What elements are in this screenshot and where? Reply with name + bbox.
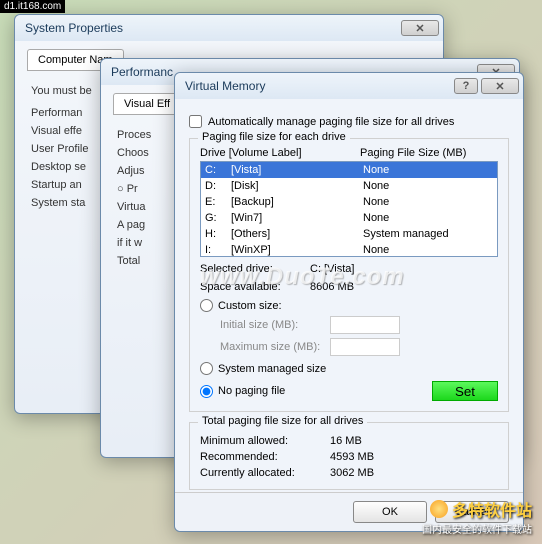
initial-size-input[interactable] [330,316,400,334]
totals-group: Total paging file size for all drives Mi… [189,422,509,490]
recommended-label: Recommended: [200,451,330,463]
recommended-value: 4593 MB [330,451,374,463]
system-managed-radio[interactable] [200,362,213,375]
space-available-value: 8606 MB [310,281,354,293]
set-button[interactable]: Set [432,381,498,401]
drive-list[interactable]: C:[Vista]NoneD:[Disk]NoneE:[Backup]NoneG… [200,161,498,257]
close-icon[interactable]: ✕ [481,78,519,94]
initial-size-label: Initial size (MB): [220,319,330,331]
url-badge: d1.it168.com [0,0,65,13]
watermark-duote-brand: 多特软件站 国内最安全的软件下载站 [422,497,532,536]
ok-button[interactable]: OK [353,501,427,523]
col-drive-label: Drive [Volume Label] [200,147,360,159]
tab-visual-effects[interactable]: Visual Eff [113,93,181,114]
auto-manage-label: Automatically manage paging file size fo… [208,116,454,128]
drive-row[interactable]: C:[Vista]None [201,162,497,178]
selected-drive-label: Selected drive: [200,263,310,275]
vm-titlebar[interactable]: Virtual Memory ? ✕ [175,73,523,99]
drive-row[interactable]: H:[Others]System managed [201,226,497,242]
min-allowed-value: 16 MB [330,435,362,447]
sysprops-titlebar[interactable]: System Properties ✕ [15,15,443,41]
space-available-label: Space available: [200,281,310,293]
sysprops-title: System Properties [25,21,401,35]
vm-title: Virtual Memory [185,79,454,93]
custom-size-radio[interactable] [200,299,213,312]
help-icon[interactable]: ? [454,78,478,94]
no-paging-radio[interactable] [200,385,213,398]
drive-row[interactable]: E:[Backup]None [201,194,497,210]
brand-dot-icon [430,500,448,518]
custom-size-label: Custom size: [218,300,282,312]
no-paging-label: No paging file [218,385,285,397]
min-allowed-label: Minimum allowed: [200,435,330,447]
virtual-memory-dialog: Virtual Memory ? ✕ Automatically manage … [174,72,524,532]
drive-group: Paging file size for each drive Drive [V… [189,138,509,412]
drive-row[interactable]: I:[WinXP]None [201,242,497,257]
drive-row[interactable]: G:[Win7]None [201,210,497,226]
totals-title: Total paging file size for all drives [198,415,367,427]
col-size-label: Paging File Size (MB) [360,147,466,159]
max-size-label: Maximum size (MB): [220,341,330,353]
drive-group-title: Paging file size for each drive [198,131,350,143]
max-size-input[interactable] [330,338,400,356]
auto-manage-checkbox[interactable] [189,115,202,128]
currently-allocated-value: 3062 MB [330,467,374,479]
close-icon[interactable]: ✕ [401,20,439,36]
selected-drive-value: C: [Vista] [310,263,354,275]
system-managed-label: System managed size [218,363,326,375]
drive-row[interactable]: D:[Disk]None [201,178,497,194]
currently-allocated-label: Currently allocated: [200,467,330,479]
